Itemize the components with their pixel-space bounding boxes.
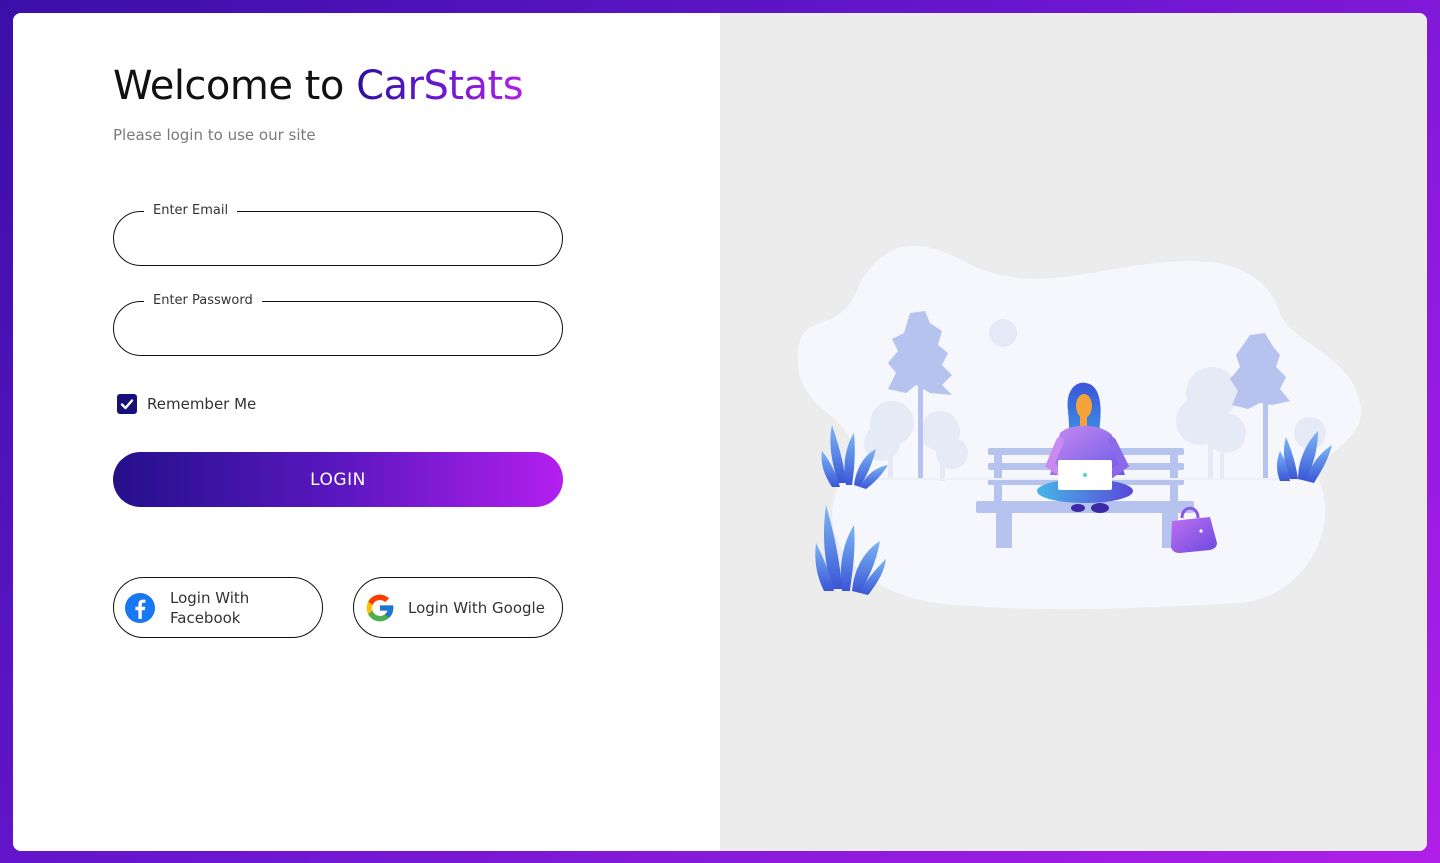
email-label: Enter Email: [144, 203, 238, 219]
page-title: Welcome to CarStats: [113, 63, 524, 109]
password-input[interactable]: [138, 316, 538, 344]
email-field[interactable]: Enter Email: [113, 203, 563, 266]
password-label: Enter Password: [144, 293, 262, 309]
facebook-icon: [125, 592, 155, 623]
login-button[interactable]: LOGIN: [113, 452, 563, 507]
illustration-panel: [720, 13, 1427, 851]
email-input[interactable]: [138, 226, 538, 254]
facebook-login-button[interactable]: Login With Facebook: [113, 577, 323, 638]
remember-me[interactable]: Remember Me: [117, 394, 256, 414]
remember-me-label: Remember Me: [147, 395, 257, 413]
google-login-label: Login With Google: [408, 598, 545, 617]
password-field[interactable]: Enter Password: [113, 293, 563, 356]
google-icon: [366, 594, 394, 621]
page-subtitle: Please login to use our site: [113, 126, 316, 144]
remember-me-checkbox[interactable]: [117, 394, 137, 414]
login-card: Welcome to CarStats Please login to use …: [13, 13, 1427, 851]
google-login-button[interactable]: Login With Google: [353, 577, 563, 638]
login-panel: Welcome to CarStats Please login to use …: [13, 13, 720, 851]
brand-name: CarStats: [356, 63, 524, 109]
facebook-login-label: Login With Facebook: [170, 588, 250, 627]
person-on-bench-illustration: [797, 245, 1362, 610]
title-prefix: Welcome to: [113, 63, 344, 109]
checkmark-icon: [120, 399, 134, 410]
